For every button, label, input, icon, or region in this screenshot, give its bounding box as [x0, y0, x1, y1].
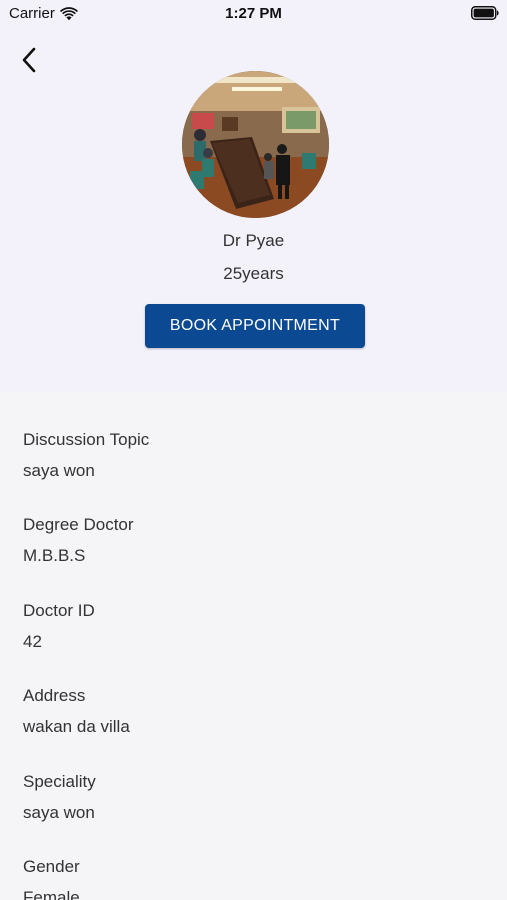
- back-button[interactable]: [14, 44, 44, 76]
- detail-label: Discussion Topic: [23, 430, 150, 449]
- status-time: 1:27 PM: [225, 5, 282, 22]
- detail-label: Address: [23, 686, 86, 705]
- detail-label: Gender: [23, 857, 80, 876]
- detail-label: Doctor ID: [23, 601, 95, 620]
- book-appointment-button[interactable]: BOOK APPOINTMENT: [145, 304, 365, 348]
- battery-icon: [471, 6, 499, 20]
- doctor-name: Dr Pyae: [222, 231, 285, 250]
- detail-speciality: Speciality saya won: [23, 772, 483, 842]
- detail-value: Female: [23, 888, 80, 900]
- detail-value: M.B.B.S: [23, 546, 86, 565]
- doctor-photo: [182, 71, 329, 218]
- detail-doctor-id: Doctor ID 42: [23, 601, 483, 671]
- detail-gender: Gender Female: [23, 857, 483, 900]
- detail-label: Speciality: [23, 772, 96, 791]
- detail-value: saya won: [23, 461, 95, 480]
- status-bar: Carrier 1:27 PM: [0, 0, 507, 28]
- detail-value: saya won: [23, 803, 95, 822]
- doctor-experience: 25years: [223, 264, 284, 283]
- detail-address: Address wakan da villa: [23, 686, 483, 756]
- detail-label: Degree Doctor: [23, 515, 134, 534]
- chevron-left-icon: [22, 47, 36, 73]
- detail-value: 42: [23, 632, 42, 651]
- avatar: [182, 71, 329, 218]
- detail-value: wakan da villa: [23, 717, 130, 736]
- profile-header: Carrier 1:27 PM Dr Pyae 25years BOOK APP…: [0, 0, 507, 392]
- detail-discussion-topic: Discussion Topic saya won: [23, 430, 483, 500]
- detail-degree: Degree Doctor M.B.B.S: [23, 515, 483, 585]
